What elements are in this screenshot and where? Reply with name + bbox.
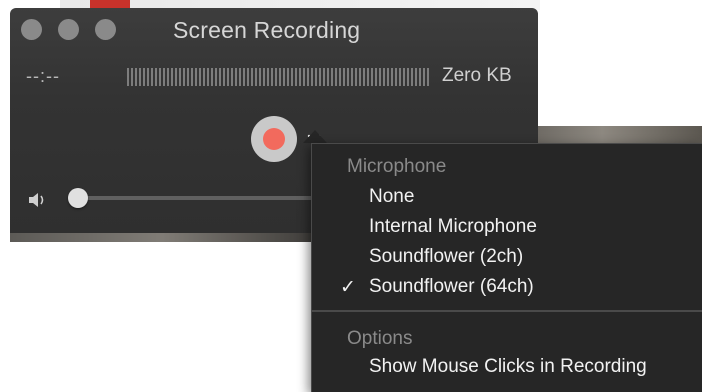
menu-item-label: Soundflower (64ch) [369,276,534,297]
window-title: Screen Recording [173,17,361,43]
menu-item-soundflower-2ch[interactable]: Soundflower (2ch) [312,244,702,272]
menu-item-none[interactable]: None [312,184,702,212]
menu-item-label: None [369,186,415,207]
zoom-icon[interactable] [95,19,116,40]
close-icon[interactable] [21,19,42,40]
menu-item-label: Soundflower (2ch) [369,246,524,267]
menu-item-label: Internal Microphone [369,216,537,237]
volume-slider-knob[interactable] [68,188,88,208]
menu-header-options: Options [347,328,413,349]
background-image-strip [536,126,702,144]
checkmark-icon: ✓ [340,277,356,298]
elapsed-time: --:-- [26,66,60,86]
volume-slider-track [76,196,318,200]
record-button[interactable] [251,116,297,162]
record-dot-icon [263,128,285,150]
file-size: Zero KB [442,65,512,86]
menu-item-soundflower-64ch[interactable]: ✓ Soundflower (64ch) [312,274,702,302]
menu-item-label: Show Mouse Clicks in Recording [369,356,647,377]
menu-pointer [303,130,327,143]
recording-options-menu: Microphone None Internal Microphone Soundf… [311,143,702,392]
menu-header-microphone: Microphone [347,156,447,177]
speaker-icon [27,190,51,210]
menu-separator [312,310,702,312]
menu-item-show-mouse-clicks-in-recording[interactable]: Show Mouse Clicks in Recording [312,354,702,382]
audio-level-meter [127,68,430,86]
menu-item-internal-microphone[interactable]: Internal Microphone [312,214,702,242]
minimize-icon[interactable] [58,19,79,40]
volume-slider[interactable] [68,187,318,209]
